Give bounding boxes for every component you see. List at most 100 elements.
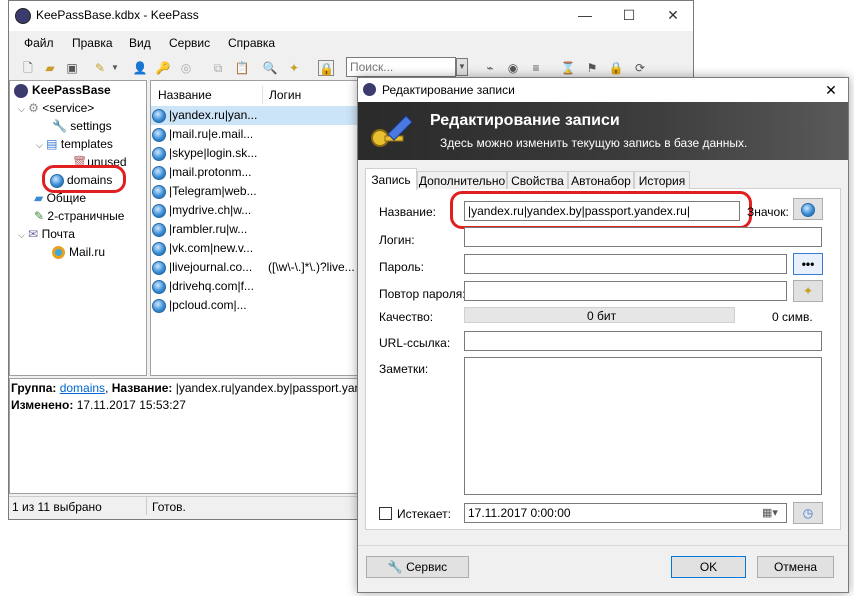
menu-view[interactable]: Вид <box>129 36 151 50</box>
tree-root[interactable]: KeePassBase <box>14 81 111 99</box>
table-row[interactable]: |yandex.ru|yan... <box>152 106 260 125</box>
table-row[interactable]: |drivehq.com|f... <box>152 277 260 296</box>
lock-workspace-icon[interactable]: 🔒 <box>318 60 334 76</box>
login-input[interactable] <box>464 227 822 247</box>
table-row[interactable]: |mail.ru|e.mail... <box>152 125 260 144</box>
paste-entry-icon[interactable]: 📋 <box>234 60 250 76</box>
table-row[interactable]: |livejournal.co... <box>152 258 260 277</box>
close-main-button[interactable]: ✕ <box>650 0 696 30</box>
calendar-dropdown-icon[interactable]: ▦▾ <box>762 506 778 519</box>
table-row[interactable]: |skype|login.sk... <box>152 144 260 163</box>
toolbar-extra-1-icon[interactable]: ⌁ <box>482 60 498 76</box>
search-placeholder: Поиск... <box>350 60 394 74</box>
entry-title: |pcloud.com|... <box>169 298 247 312</box>
collapse-icon[interactable]: ⌵ <box>18 104 25 114</box>
status-selection: 1 из 11 выбрано <box>12 500 102 514</box>
tab-autotype[interactable]: Автонабор <box>568 171 634 189</box>
toolbar-extra-6-icon[interactable]: 🔒 <box>608 60 624 76</box>
toolbar-extra-5-icon[interactable]: ⚑ <box>584 60 600 76</box>
tab-entry[interactable]: Запись <box>365 168 417 190</box>
tree-item-service[interactable]: ⌵ ⚙ <service> <box>18 99 94 117</box>
table-row[interactable]: |vk.com|new.v... <box>152 239 260 258</box>
url-input[interactable] <box>464 331 822 351</box>
collapse-icon[interactable]: ⌵ <box>36 140 43 150</box>
group-link[interactable]: domains <box>60 381 105 395</box>
find-options-icon[interactable]: ✦ <box>286 60 302 76</box>
target-icon <box>52 246 65 260</box>
globe-icon <box>152 184 166 199</box>
show-password-button[interactable]: ••• <box>793 253 823 275</box>
gear-icon: ⚙ <box>28 101 39 115</box>
sync-icon[interactable]: ⟳ <box>632 60 648 76</box>
expires-checkbox[interactable] <box>379 507 392 520</box>
minimize-button[interactable]: — <box>562 0 608 30</box>
new-db-icon[interactable]: 🗋 <box>20 60 36 76</box>
search-input[interactable]: Поиск... <box>346 57 456 77</box>
expires-presets-button[interactable]: ◷ <box>793 502 823 524</box>
tab-advanced[interactable]: Дополнительно <box>417 171 507 189</box>
chevron-down-icon[interactable]: ▼ <box>110 60 120 76</box>
entry-login <box>268 182 358 201</box>
copy-entry-icon[interactable]: ⧉ <box>210 60 226 76</box>
tree-item-mailru[interactable]: Mail.ru <box>52 243 105 261</box>
name-label: Название: <box>379 205 436 219</box>
column-login[interactable]: Логин <box>269 86 301 104</box>
tab-properties[interactable]: Свойства <box>507 171 568 189</box>
table-row[interactable]: |mydrive.ch|w... <box>152 201 260 220</box>
collapse-icon[interactable]: ⌵ <box>18 230 25 240</box>
highlight-name <box>450 191 752 229</box>
toolbar-extra-3-icon[interactable]: ≡ <box>528 60 544 76</box>
maximize-button[interactable]: ☐ <box>606 0 652 30</box>
open-url-icon[interactable]: ◎ <box>178 60 194 76</box>
tree-item-templates[interactable]: ⌵ ▤ templates <box>36 135 113 153</box>
folder-icon: ▰ <box>34 191 44 205</box>
tree-item-mail[interactable]: ⌵ ✉ Почта <box>18 225 75 243</box>
copy-password-icon[interactable]: 🔑 <box>155 60 171 76</box>
table-row[interactable]: |pcloud.com|... <box>152 296 260 315</box>
close-dialog-button[interactable]: ✕ <box>820 80 842 100</box>
open-db-icon[interactable]: ▰ <box>42 60 58 76</box>
tab-history[interactable]: История <box>634 171 690 189</box>
banner-subtitle: Здесь можно изменить текущую запись в ба… <box>440 136 748 150</box>
notes-textarea[interactable] <box>464 357 822 495</box>
search-dropdown-icon[interactable]: ▼ <box>456 58 468 76</box>
entry-title: |mail.protonm... <box>169 165 252 179</box>
toolbar-extra-2-icon[interactable]: ◉ <box>505 60 521 76</box>
column-divider[interactable] <box>262 86 263 104</box>
dialog-title: Редактирование записи <box>382 83 515 97</box>
find-icon[interactable]: 🔍 <box>262 60 278 76</box>
tree-item-settings[interactable]: 🔧 settings <box>52 117 112 135</box>
entry-title: |Telegram|web... <box>169 184 257 198</box>
generate-password-button[interactable]: ✦ <box>793 280 823 302</box>
table-row[interactable]: |mail.protonm... <box>152 163 260 182</box>
main-window-title: KeePassBase.kdbx - KeePass <box>36 8 199 22</box>
copy-user-icon[interactable]: 👤 <box>132 60 148 76</box>
globe-icon <box>152 260 166 275</box>
info-group-line: Группа: domains, Название: |yandex.ru|ya… <box>11 381 358 395</box>
menu-file[interactable]: Файл <box>24 36 54 50</box>
entry-title: |yandex.ru|yan... <box>169 108 258 122</box>
table-row[interactable]: |rambler.ru|w... <box>152 220 260 239</box>
status-divider <box>146 497 147 515</box>
ok-button[interactable]: OK <box>671 556 746 578</box>
expires-input[interactable]: 17.11.2017 0:00:00 <box>464 503 787 523</box>
globe-icon <box>152 298 166 313</box>
menu-edit[interactable]: Правка <box>72 36 113 50</box>
icon-picker-button[interactable] <box>793 198 823 220</box>
table-row[interactable]: |Telegram|web... <box>152 182 260 201</box>
save-db-icon[interactable]: ▣ <box>64 60 80 76</box>
toolbar-extra-4-icon[interactable]: ⌛ <box>560 60 576 76</box>
password-input[interactable] <box>464 254 787 274</box>
tools-button[interactable]: 🔧 Сервис <box>366 556 469 578</box>
tree-item-two-page[interactable]: ✎ 2-страничные <box>34 207 124 225</box>
column-title[interactable]: Название <box>158 86 212 104</box>
entry-login <box>268 106 358 125</box>
menu-tools[interactable]: Сервис <box>169 36 210 50</box>
repeat-password-input[interactable] <box>464 281 787 301</box>
menu-help[interactable]: Справка <box>228 36 275 50</box>
globe-icon <box>152 241 166 256</box>
globe-icon <box>152 165 166 180</box>
add-entry-icon[interactable]: ✎ <box>92 60 108 76</box>
database-icon <box>14 83 28 98</box>
cancel-button[interactable]: Отмена <box>757 556 834 578</box>
